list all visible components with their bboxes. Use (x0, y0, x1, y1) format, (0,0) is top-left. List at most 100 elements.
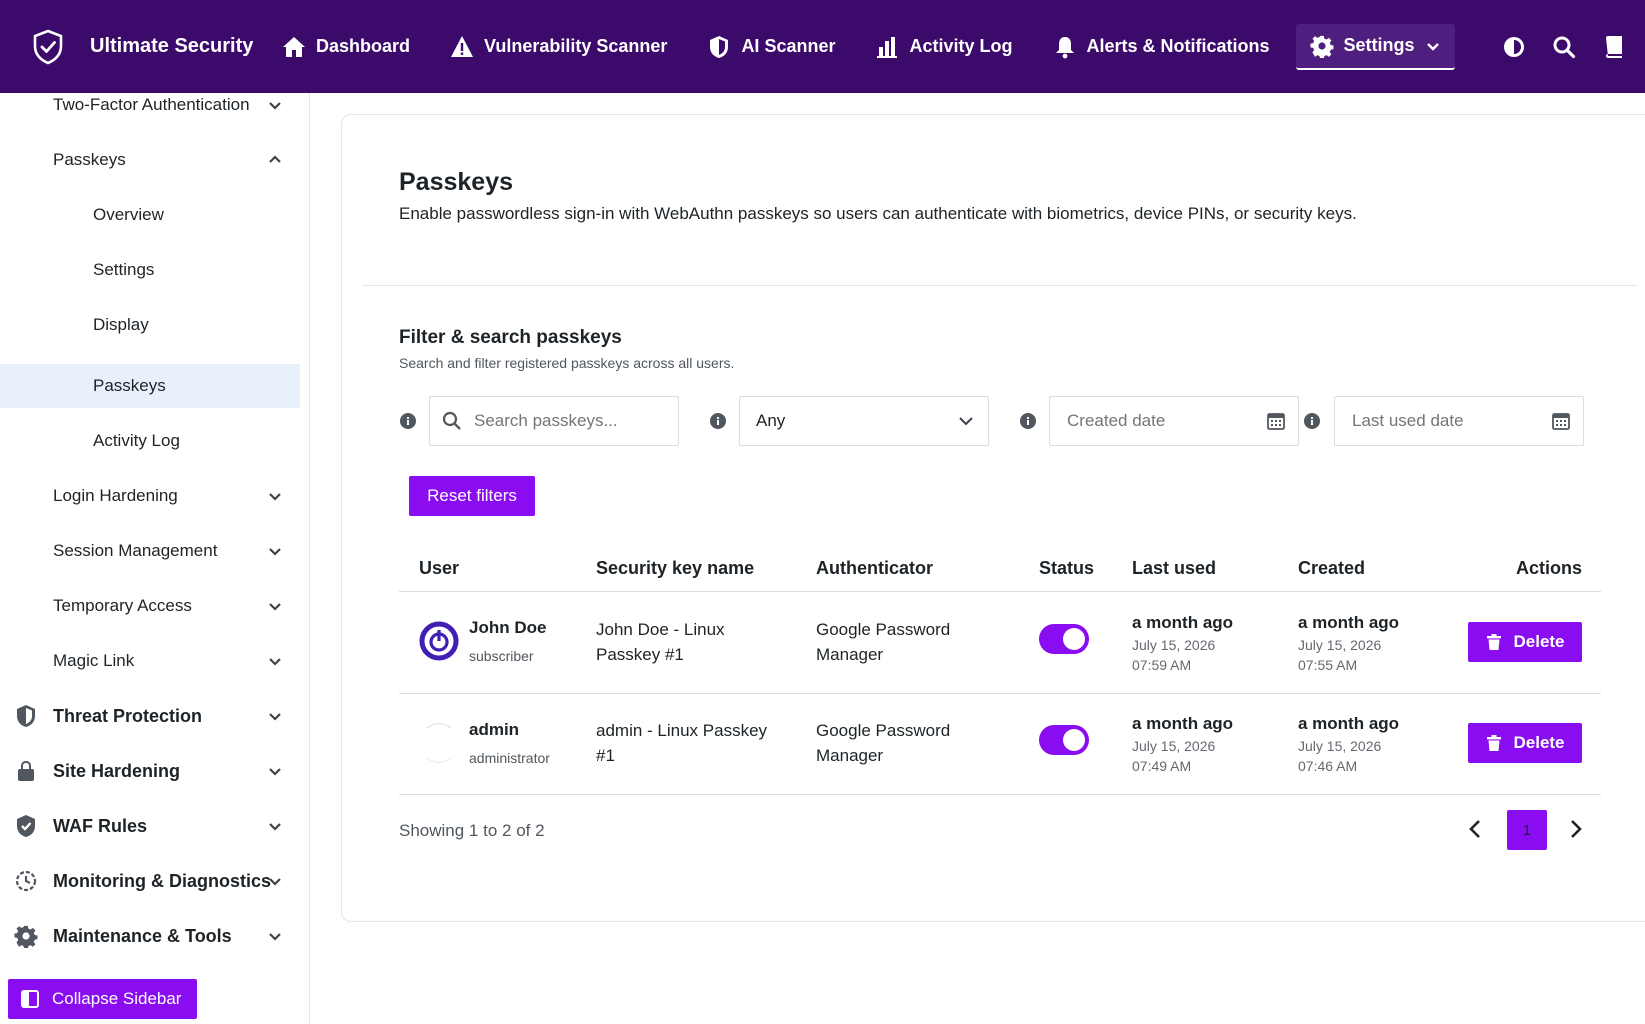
sidebar-item-threat-protection[interactable]: Threat Protection (0, 694, 300, 738)
chevron-down-icon (269, 878, 281, 886)
nav-activity-log[interactable]: Activity Log (861, 24, 1026, 70)
last-used-time: 07:49 AM (1132, 758, 1192, 774)
row-divider (399, 693, 1601, 694)
documentation-button[interactable] (1589, 24, 1639, 70)
last-used-date-wrapper (1334, 396, 1584, 446)
created-date-input[interactable] (1067, 411, 1266, 431)
theme-toggle-button[interactable] (1489, 24, 1539, 70)
collapse-sidebar-button[interactable]: Collapse Sidebar (8, 979, 197, 1019)
page-description: Enable passwordless sign-in with WebAuth… (399, 204, 1357, 223)
nav-dashboard[interactable]: Dashboard (268, 24, 424, 70)
warning-icon (451, 35, 474, 57)
key-name: John Doe - Linux Passkey #1 (596, 620, 725, 664)
avatar (420, 723, 458, 763)
sidebar-item-passkeys-group[interactable]: Passkeys (0, 138, 300, 182)
sidebar-item-settings[interactable]: Settings (0, 248, 300, 292)
trash-icon (1487, 634, 1502, 650)
filter-section-description: Search and filter registered passkeys ac… (399, 355, 735, 371)
sidebar-item-session-management[interactable]: Session Management (0, 529, 300, 573)
gear-icon (14, 925, 38, 948)
status-toggle[interactable] (1039, 725, 1089, 755)
sidebar-item-magic-link[interactable]: Magic Link (0, 639, 300, 683)
sidebar-item-label: Site Hardening (53, 760, 181, 781)
shield-check-logo-icon (33, 29, 63, 64)
sidebar-item-overview[interactable]: Overview (0, 193, 300, 237)
sidebar-item-label: WAF Rules (53, 815, 148, 836)
book-icon (1605, 35, 1622, 58)
chevron-down-icon (269, 713, 281, 721)
brand[interactable]: Ultimate Security (32, 29, 268, 65)
sidebar-item-maintenance-tools[interactable]: Maintenance & Tools (0, 914, 300, 958)
info-icon[interactable] (1020, 413, 1036, 429)
nav-label: Vulnerability Scanner (484, 36, 668, 56)
sidebar-item-waf-rules[interactable]: WAF Rules (0, 804, 300, 848)
nav-vulnerability-scanner[interactable]: Vulnerability Scanner (436, 24, 681, 70)
nav-settings[interactable]: Settings (1295, 23, 1455, 70)
delete-button[interactable]: Delete (1468, 622, 1582, 662)
sidebar-item-temporary-access[interactable]: Temporary Access (0, 584, 300, 628)
user-name[interactable]: admin (469, 717, 550, 742)
search-input[interactable] (474, 411, 678, 431)
last-used-relative: a month ago (1132, 714, 1234, 733)
column-header-user[interactable]: User (419, 558, 459, 579)
search-input-wrapper (429, 396, 679, 446)
status-select[interactable]: Any (739, 396, 989, 446)
created-relative: a month ago (1298, 714, 1400, 733)
column-header-created[interactable]: Created (1298, 558, 1365, 579)
nav-alerts-notifications[interactable]: Alerts & Notifications (1039, 24, 1284, 70)
sidebar-item-label: Temporary Access (53, 596, 192, 615)
sidebar-item-label: Settings (93, 260, 155, 279)
chevron-down-icon (1426, 42, 1439, 51)
info-icon[interactable] (710, 413, 726, 429)
created-time: 07:55 AM (1298, 657, 1358, 673)
toolbar-icons (1489, 24, 1639, 70)
delete-button[interactable]: Delete (1468, 723, 1582, 763)
key-name: admin - Linux Passkey #1 (596, 721, 768, 765)
column-header-last-used[interactable]: Last used (1132, 558, 1216, 579)
column-header-security-key-name[interactable]: Security key name (596, 558, 754, 579)
chevron-left-icon[interactable] (1464, 817, 1488, 841)
last-used-date-input[interactable] (1352, 411, 1551, 431)
last-used-cell: a month ago July 15, 2026 07:59 AM (1132, 610, 1233, 675)
sidebar-item-passkeys[interactable]: Passkeys (0, 364, 300, 408)
filter-section-title: Filter & search passkeys (399, 327, 622, 348)
last-used-time: 07:59 AM (1132, 657, 1192, 673)
calendar-icon[interactable] (1551, 411, 1571, 431)
created-time: 07:46 AM (1298, 758, 1358, 774)
status-toggle[interactable] (1039, 624, 1089, 654)
nav-label: Settings (1343, 35, 1415, 55)
calendar-icon[interactable] (1266, 411, 1286, 431)
info-icon[interactable] (1304, 413, 1320, 429)
sidebar-item-site-hardening[interactable]: Site Hardening (0, 749, 300, 793)
created-cell: a month ago July 15, 2026 07:55 AM (1298, 610, 1399, 675)
created-relative: a month ago (1298, 613, 1400, 632)
sidebar-item-label: Two-Factor Authentication (53, 95, 250, 114)
reset-filters-button[interactable]: Reset filters (409, 476, 535, 516)
status-select-value: Any (756, 411, 786, 430)
sidebar-item-label: Session Management (53, 541, 218, 560)
chevron-down-icon (269, 658, 281, 666)
table-header-divider (399, 591, 1601, 592)
sidebar-item-display[interactable]: Display (0, 303, 300, 347)
toggle-knob (1063, 729, 1085, 751)
chevron-right-icon[interactable] (1563, 817, 1587, 841)
sidebar-item-monitoring-diagnostics[interactable]: Monitoring & Diagnostics (0, 859, 300, 903)
column-header-status[interactable]: Status (1039, 558, 1094, 579)
nav-ai-scanner[interactable]: AI Scanner (693, 24, 849, 70)
brand-name: Ultimate Security (90, 35, 254, 57)
search-icon (442, 411, 461, 430)
sidebar-item-activity-log[interactable]: Activity Log (0, 419, 300, 463)
sidebar-item-label: Magic Link (53, 651, 135, 670)
sidebar-item-two-factor-authentication[interactable]: Two-Factor Authentication (0, 83, 300, 127)
section-divider (362, 285, 1637, 286)
user-name[interactable]: John Doe (469, 615, 546, 640)
shield-icon (17, 705, 35, 727)
page-button-current[interactable]: 1 (1507, 810, 1547, 850)
column-header-authenticator[interactable]: Authenticator (816, 558, 933, 579)
nav-label: AI Scanner (741, 36, 836, 56)
sidebar-item-login-hardening[interactable]: Login Hardening (0, 474, 300, 518)
info-icon[interactable] (400, 413, 416, 429)
search-button[interactable] (1539, 24, 1589, 70)
sidebar-item-label: Threat Protection (53, 705, 203, 726)
user-cell: admin administrator (469, 717, 550, 771)
